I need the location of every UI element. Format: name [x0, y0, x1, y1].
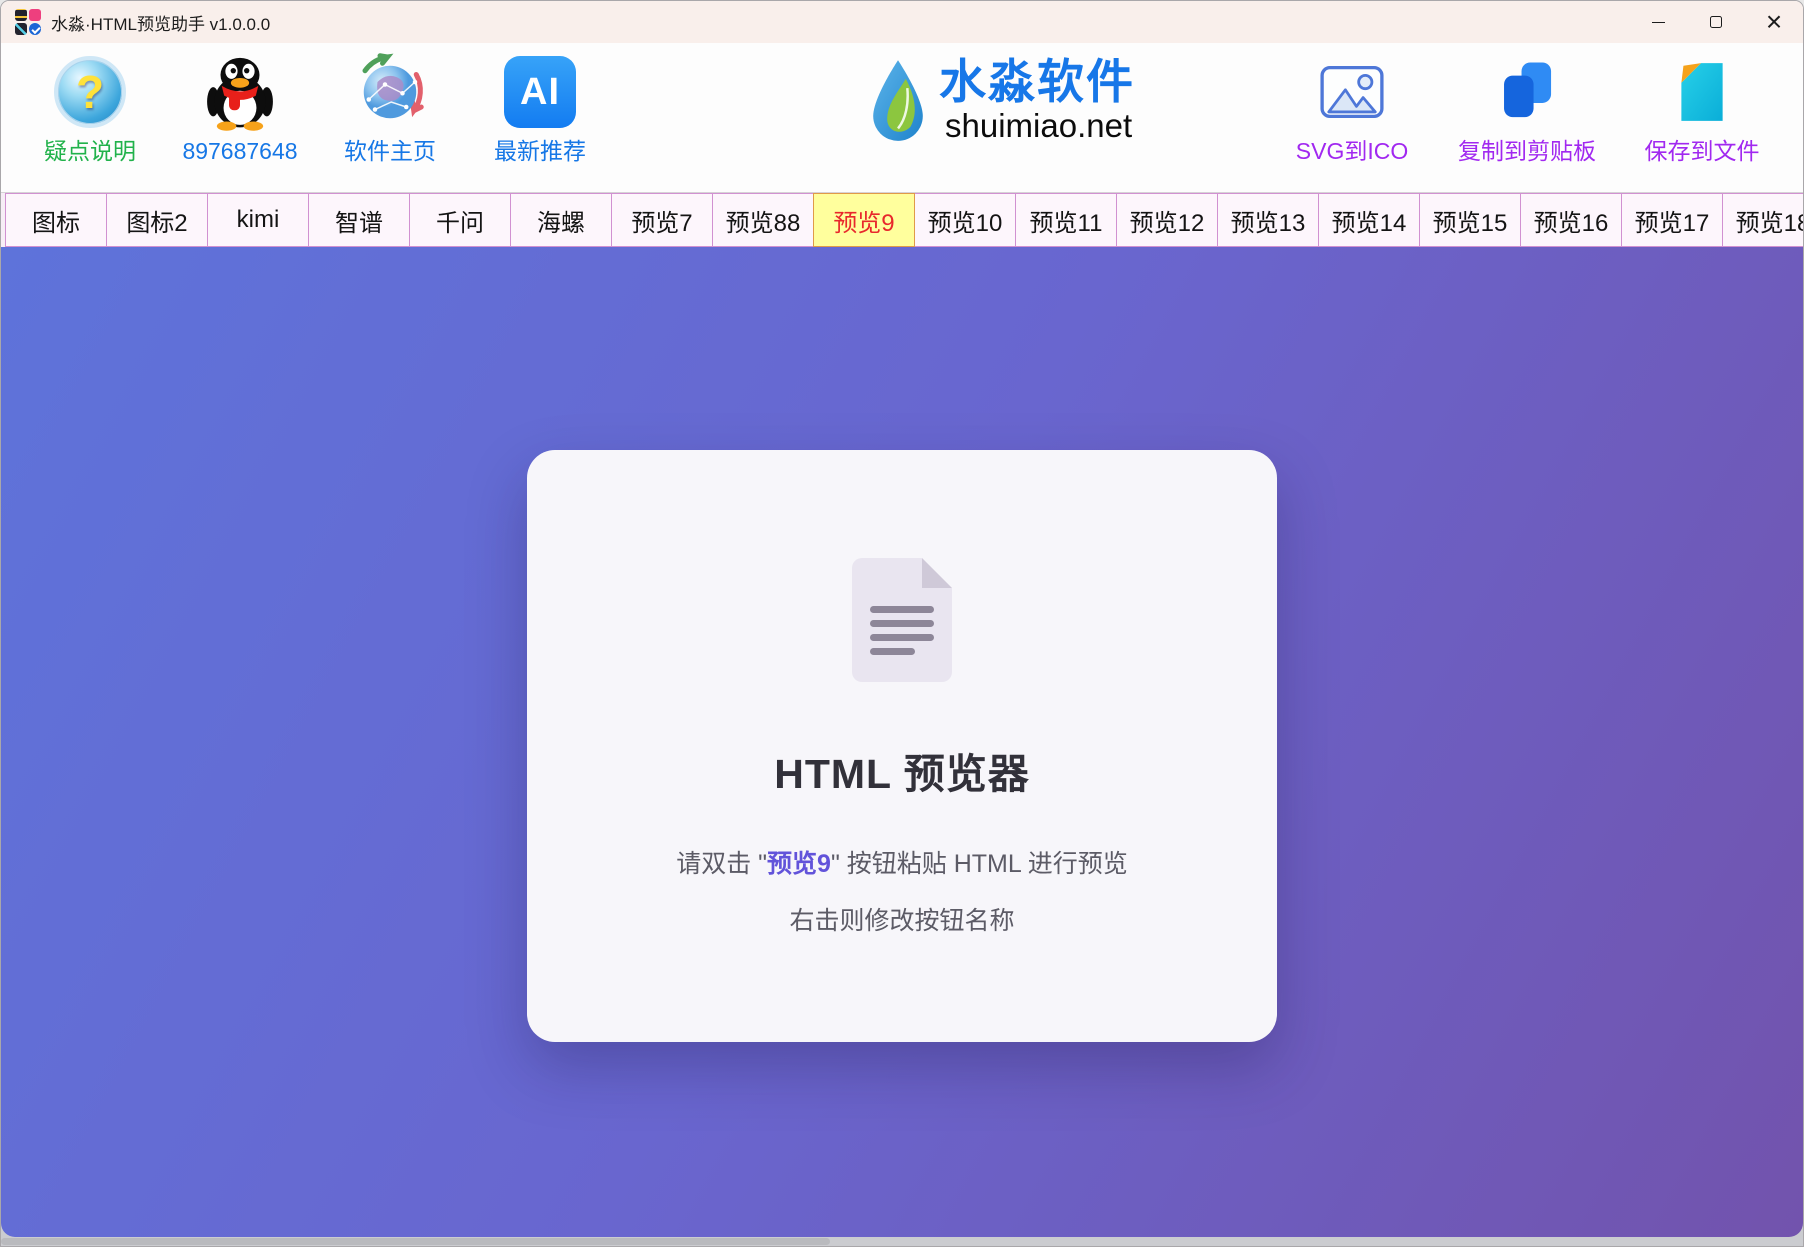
- tab-preview11[interactable]: 预览11: [1015, 193, 1117, 247]
- preview-placeholder-card: HTML 预览器 请双击 "预览9" 按钮粘贴 HTML 进行预览 右击则修改按…: [527, 450, 1277, 1042]
- app-window: 水淼·HTML预览助手 v1.0.0.0 × ? 疑点说明: [0, 0, 1804, 1247]
- help-label: 疑点说明: [44, 140, 136, 163]
- qq-penguin-icon: [201, 53, 279, 131]
- maximize-icon: [1710, 16, 1722, 28]
- card-instruction-1: 请双击 "预览9" 按钮粘贴 HTML 进行预览: [676, 844, 1128, 880]
- tab-preview17[interactable]: 预览17: [1621, 193, 1723, 247]
- tab-preview9-active[interactable]: 预览9: [813, 193, 915, 247]
- svg-to-ico-label: SVG到ICO: [1296, 140, 1408, 163]
- tab-zhipu[interactable]: 智谱: [308, 193, 410, 247]
- copy-to-clipboard-button[interactable]: 复制到剪贴板: [1447, 51, 1607, 163]
- brand-name: 水淼软件: [939, 55, 1135, 109]
- tab-preview14[interactable]: 预览14: [1318, 193, 1420, 247]
- close-button[interactable]: ×: [1745, 1, 1803, 43]
- tab-preview16[interactable]: 预览16: [1520, 193, 1622, 247]
- maximize-button[interactable]: [1687, 1, 1745, 43]
- tab-preview15[interactable]: 预览15: [1419, 193, 1521, 247]
- highlighted-tab-name: 预览9: [767, 850, 831, 878]
- app-icon: [15, 9, 41, 35]
- document-icon: [852, 558, 952, 682]
- save-to-file-button[interactable]: 保存到文件: [1627, 51, 1777, 163]
- save-file-icon: [1669, 57, 1735, 127]
- horizontal-scrollbar[interactable]: [1, 1237, 1803, 1246]
- window-controls: ×: [1629, 1, 1803, 43]
- minimize-button[interactable]: [1629, 1, 1687, 43]
- question-ball-icon: ?: [54, 56, 126, 128]
- preview-area: HTML 预览器 请双击 "预览9" 按钮粘贴 HTML 进行预览 右击则修改按…: [1, 247, 1803, 1246]
- homepage-label: 软件主页: [344, 140, 436, 163]
- tab-bar: 图标 图标2 kimi 智谱 千问 海螺 预览7 预览88 预览9 预览10 预…: [1, 193, 1803, 247]
- window-title: 水淼·HTML预览助手 v1.0.0.0: [51, 10, 270, 35]
- card-title: HTML 预览器: [774, 740, 1030, 800]
- homepage-button[interactable]: 软件主页: [325, 51, 455, 163]
- tab-preview7[interactable]: 预览7: [611, 193, 713, 247]
- tab-icon[interactable]: 图标: [5, 193, 107, 247]
- save-label: 保存到文件: [1645, 140, 1760, 163]
- help-button[interactable]: ? 疑点说明: [25, 51, 155, 163]
- tab-preview10[interactable]: 预览10: [914, 193, 1016, 247]
- tab-preview18[interactable]: 预览18: [1722, 193, 1803, 247]
- globe-network-icon: [350, 52, 430, 132]
- recommend-button[interactable]: AI 最新推荐: [475, 51, 605, 163]
- svg-to-ico-button[interactable]: SVG到ICO: [1277, 51, 1427, 163]
- recommend-label: 最新推荐: [494, 140, 586, 163]
- tab-kimi[interactable]: kimi: [207, 193, 309, 247]
- water-drop-icon: [867, 56, 929, 142]
- tab-hailuo[interactable]: 海螺: [510, 193, 612, 247]
- tab-qianwen[interactable]: 千问: [409, 193, 511, 247]
- qq-number-label: 897687648: [182, 140, 297, 163]
- toolbar: ? 疑点说明: [1, 43, 1803, 193]
- brand-domain: shuimiao.net: [945, 109, 1135, 142]
- tab-icon2[interactable]: 图标2: [106, 193, 208, 247]
- close-icon: ×: [1766, 8, 1782, 36]
- card-instruction-2: 右击则修改按钮名称: [789, 901, 1014, 937]
- brand-logo: 水淼软件 shuimiao.net: [867, 55, 1135, 142]
- qq-contact-button[interactable]: 897687648: [175, 51, 305, 163]
- scrollbar-thumb[interactable]: [1, 1238, 830, 1245]
- minimize-icon: [1652, 22, 1665, 23]
- ai-badge-icon: AI: [504, 56, 576, 128]
- tab-preview88[interactable]: 预览88: [712, 193, 814, 247]
- tab-preview12[interactable]: 预览12: [1116, 193, 1218, 247]
- image-icon: [1316, 61, 1388, 123]
- copy-label: 复制到剪贴板: [1458, 140, 1596, 163]
- copy-icon: [1492, 57, 1562, 127]
- tab-preview13[interactable]: 预览13: [1217, 193, 1319, 247]
- titlebar: 水淼·HTML预览助手 v1.0.0.0 ×: [1, 1, 1803, 43]
- preview-canvas: HTML 预览器 请双击 "预览9" 按钮粘贴 HTML 进行预览 右击则修改按…: [1, 247, 1803, 1237]
